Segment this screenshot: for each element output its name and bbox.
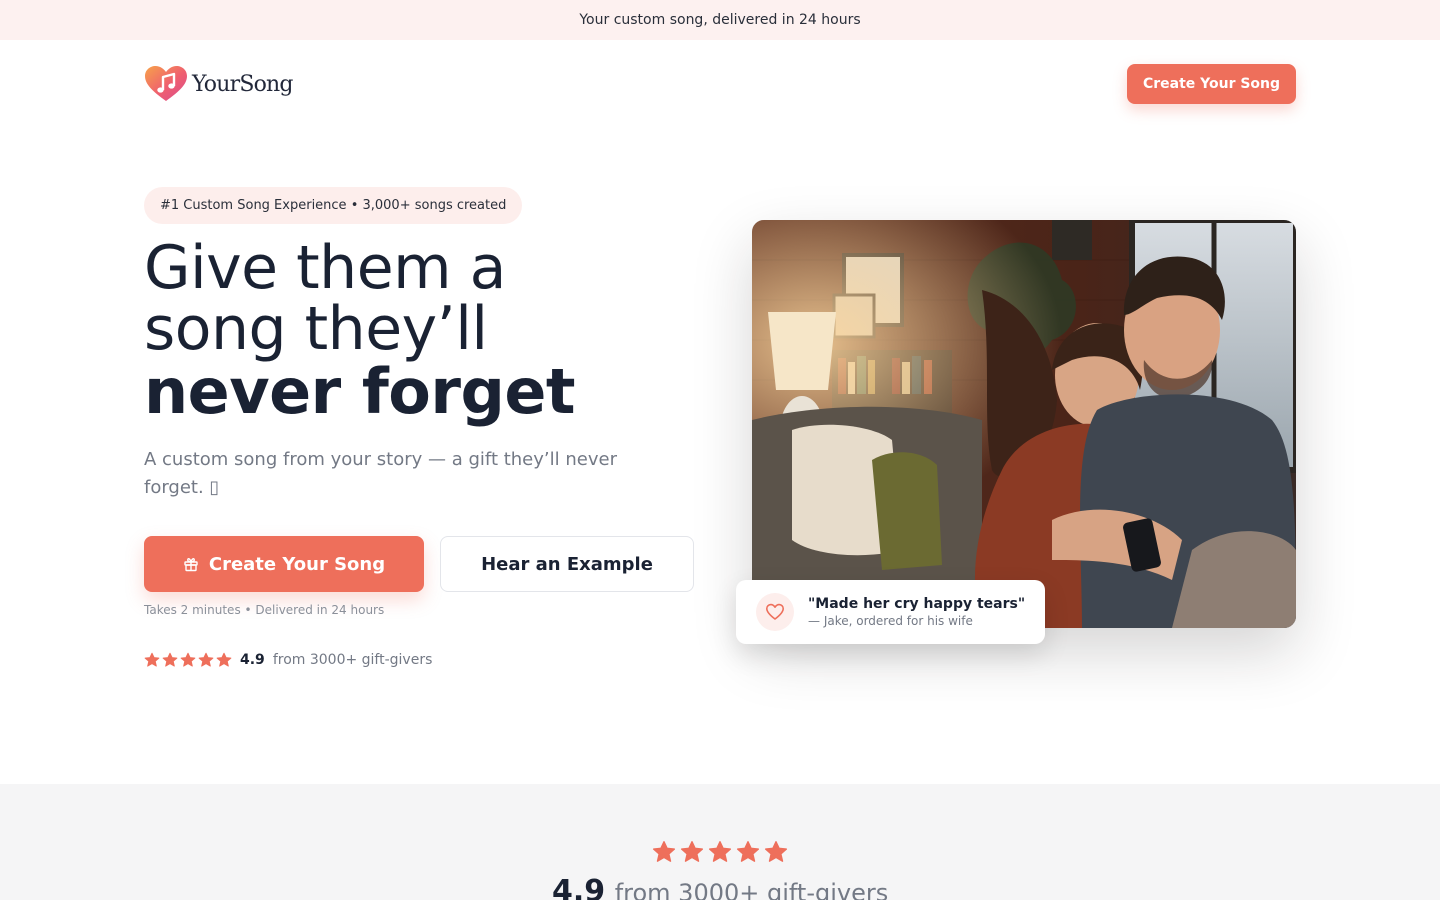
- section-rating-stars: [652, 840, 788, 864]
- headline-line-3: never forget: [144, 355, 576, 428]
- star-icon: [180, 652, 196, 667]
- headline-line-2: song they’ll: [144, 294, 488, 364]
- star-icon: [652, 841, 676, 862]
- create-your-song-button[interactable]: Create Your Song: [144, 536, 424, 592]
- announcement-text: Your custom song, delivered in 24 hours: [579, 12, 861, 28]
- pill-text: #1 Custom Song Experience • 3,000+ songs…: [160, 198, 507, 213]
- couple-photo-image: [752, 220, 1296, 628]
- site-header: YourSong Create Your Song: [0, 40, 1440, 128]
- hear-example-button[interactable]: Hear an Example: [440, 536, 694, 592]
- section-rating: 4.9 from 3000+ gift-givers: [552, 874, 888, 900]
- announcement-bar: Your custom song, delivered in 24 hours: [0, 0, 1440, 40]
- header-create-song-button[interactable]: Create Your Song: [1127, 64, 1296, 104]
- hero-subtitle: A custom song from your story — a gift t…: [144, 449, 617, 498]
- section-rating-from: from 3000+ gift-givers: [614, 879, 889, 900]
- section-rating-score: 4.9: [552, 874, 606, 900]
- testimonial-heart-badge: [756, 593, 794, 631]
- testimonial-quote: "Made her cry happy tears": [808, 596, 1026, 612]
- testimonial-text: "Made her cry happy tears" — Jake, order…: [808, 595, 1025, 629]
- heart-icon: [766, 603, 784, 620]
- heart-music-note-icon: [145, 66, 187, 101]
- hero-photo: [752, 220, 1296, 628]
- rating-stars: [144, 652, 232, 668]
- testimonial-card: "Made her cry happy tears" — Jake, order…: [736, 580, 1045, 644]
- social-proof-pill: #1 Custom Song Experience • 3,000+ songs…: [144, 187, 523, 224]
- delivery-note: Takes 2 minutes • Delivered in 24 hours: [144, 603, 385, 617]
- headline-line-1: Give them a: [144, 233, 506, 303]
- star-icon: [162, 652, 178, 667]
- hero-rating: 4.9 from 3000+ gift-givers: [144, 652, 432, 668]
- rating-from: from 3000+ gift-givers: [272, 652, 433, 668]
- star-icon: [216, 652, 232, 667]
- gift-icon: [184, 558, 198, 572]
- star-icon: [736, 841, 760, 862]
- star-icon: [198, 652, 214, 667]
- star-icon: [764, 841, 788, 862]
- star-icon: [144, 652, 160, 667]
- logo-text: YourSong: [192, 71, 294, 97]
- rating-score: 4.9: [240, 652, 265, 668]
- logo[interactable]: YourSong: [144, 65, 294, 103]
- testimonial-author: — Jake, ordered for his wife: [808, 614, 973, 628]
- hero-headline: Give them a song they’ll never forget: [144, 238, 704, 424]
- star-icon: [708, 841, 732, 862]
- star-icon: [680, 841, 704, 862]
- create-your-song-label: Create Your Song: [208, 553, 386, 575]
